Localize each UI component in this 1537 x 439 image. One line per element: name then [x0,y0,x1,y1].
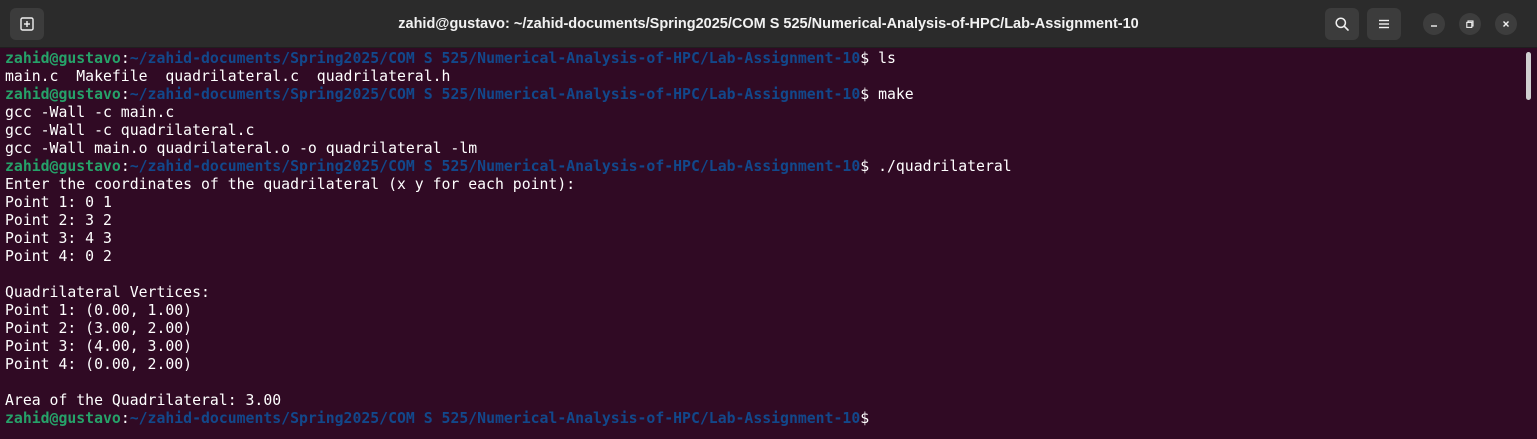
search-button[interactable] [1325,8,1359,40]
maximize-icon [1466,20,1474,28]
prompt-user: zahid@gustavo [5,86,121,103]
prompt-line: zahid@gustavo:~/zahid-documents/Spring20… [5,86,1520,104]
prompt-colon: : [120,86,130,103]
new-tab-icon [20,17,34,31]
command-text: make [869,86,914,103]
prompt-dollar: $ [860,410,870,427]
prompt-line: zahid@gustavo:~/zahid-documents/Spring20… [5,50,1520,68]
terminal-window: zahid@gustavo: ~/zahid-documents/Spring2… [0,0,1537,439]
prompt-dollar: $ [860,50,870,67]
output-line: main.c Makefile quadrilateral.c quadrila… [5,68,451,85]
output-line: Point 3: 4 3 [5,230,112,247]
output-line: Enter the coordinates of the quadrilater… [5,176,576,193]
minimize-icon [1431,25,1437,27]
terminal-output[interactable]: zahid@gustavo:~/zahid-documents/Spring20… [5,50,1520,439]
prompt-colon: : [120,50,130,67]
prompt-dollar: $ [860,86,870,103]
menu-button[interactable] [1367,8,1401,40]
prompt-user: zahid@gustavo [5,50,121,67]
output-line: Point 3: (4.00, 3.00) [5,338,193,355]
prompt-user: zahid@gustavo [5,410,121,427]
prompt-path: ~/zahid-documents/Spring2025/COM S 525/N… [129,158,861,175]
prompt-line: zahid@gustavo:~/zahid-documents/Spring20… [5,410,1520,428]
prompt-colon: : [120,158,130,175]
prompt-path: ~/zahid-documents/Spring2025/COM S 525/N… [129,410,861,427]
prompt-user: zahid@gustavo [5,158,121,175]
prompt-path: ~/zahid-documents/Spring2025/COM S 525/N… [129,86,861,103]
command-text: ./quadrilateral [869,158,1012,175]
new-tab-button[interactable] [10,8,44,40]
output-line: Point 4: (0.00, 2.00) [5,356,193,373]
output-line: Point 1: 0 1 [5,194,112,211]
output-line: gcc -Wall -c quadrilateral.c [5,122,255,139]
maximize-button[interactable] [1459,13,1481,35]
minimize-button[interactable] [1423,13,1445,35]
output-line: Quadrilateral Vertices: [5,284,210,301]
output-line: gcc -Wall main.o quadrilateral.o -o quad… [5,140,478,157]
prompt-line: zahid@gustavo:~/zahid-documents/Spring20… [5,158,1520,176]
search-icon [1335,17,1349,31]
prompt-colon: : [120,410,130,427]
close-icon [1503,21,1509,27]
close-button[interactable] [1495,13,1517,35]
output-line: Area of the Quadrilateral: 3.00 [5,392,282,409]
output-line: Point 2: (3.00, 2.00) [5,320,193,337]
prompt-path: ~/zahid-documents/Spring2025/COM S 525/N… [129,50,861,67]
prompt-dollar: $ [860,158,870,175]
title-bar[interactable]: zahid@gustavo: ~/zahid-documents/Spring2… [0,0,1537,48]
hamburger-menu-icon [1379,19,1389,29]
output-line: Point 4: 0 2 [5,248,112,265]
command-text: ls [869,50,896,67]
window-title: zahid@gustavo: ~/zahid-documents/Spring2… [398,16,1139,32]
scrollbar-thumb[interactable] [1526,52,1531,100]
output-line: Point 2: 3 2 [5,212,112,229]
output-line: Point 1: (0.00, 1.00) [5,302,193,319]
output-line: gcc -Wall -c main.c [5,104,175,121]
